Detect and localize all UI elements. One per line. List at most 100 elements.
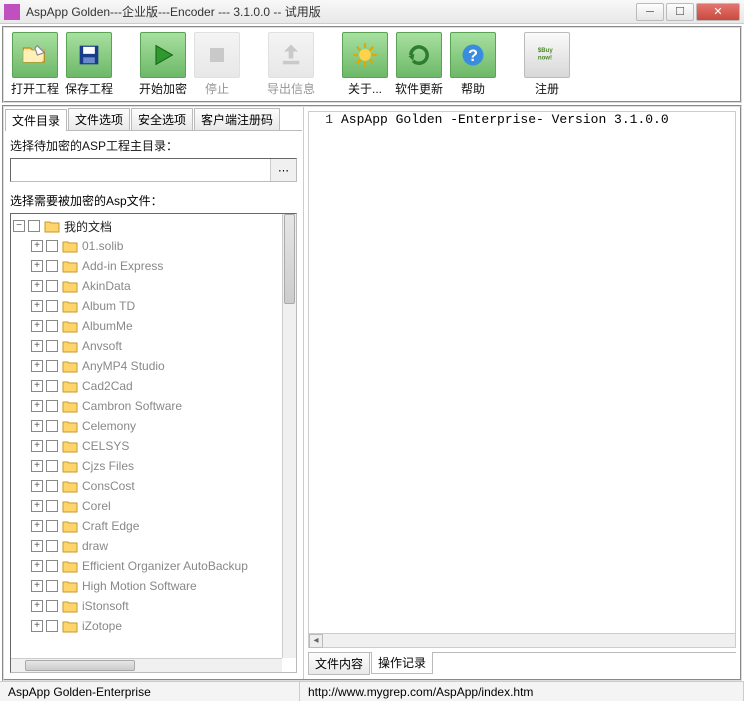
- expand-icon[interactable]: +: [31, 300, 43, 312]
- status-url: http://www.mygrep.com/AspApp/index.htm: [300, 682, 744, 701]
- vertical-scrollbar[interactable]: [282, 214, 296, 658]
- tree-item[interactable]: +Craft Edge: [13, 516, 280, 536]
- tab-operation-log[interactable]: 操作记录: [371, 652, 433, 674]
- folder-icon: [62, 419, 78, 433]
- file-tree[interactable]: −我的文档+01.solib+Add-in Express+AkinData+A…: [11, 214, 282, 658]
- expand-icon[interactable]: +: [31, 580, 43, 592]
- expand-icon[interactable]: +: [31, 620, 43, 632]
- checkbox[interactable]: [46, 240, 58, 252]
- tree-item[interactable]: +iStonsoft: [13, 596, 280, 616]
- tab-client-regcode[interactable]: 客户端注册码: [194, 108, 280, 130]
- tree-item-label: Celemony: [82, 419, 136, 433]
- checkbox[interactable]: [46, 420, 58, 432]
- tree-item[interactable]: + Cjzs Files: [13, 456, 280, 476]
- tree-item[interactable]: +AlbumMe: [13, 316, 280, 336]
- checkbox[interactable]: [46, 300, 58, 312]
- tree-item[interactable]: +draw: [13, 536, 280, 556]
- checkbox[interactable]: [46, 320, 58, 332]
- expand-icon[interactable]: +: [31, 320, 43, 332]
- tab-security-options[interactable]: 安全选项: [131, 108, 193, 130]
- tree-item[interactable]: +iZotope: [13, 616, 280, 636]
- checkbox[interactable]: [46, 340, 58, 352]
- horizontal-scrollbar[interactable]: [11, 658, 282, 672]
- export-button: 导出信息: [264, 30, 318, 99]
- tab-file-options[interactable]: 文件选项: [68, 108, 130, 130]
- sun-icon: [342, 32, 388, 78]
- expand-icon[interactable]: +: [31, 260, 43, 272]
- tree-item[interactable]: +Efficient Organizer AutoBackup: [13, 556, 280, 576]
- tree-item-label: Album TD: [82, 299, 135, 313]
- checkbox[interactable]: [46, 400, 58, 412]
- checkbox[interactable]: [46, 260, 58, 272]
- checkbox[interactable]: [46, 500, 58, 512]
- tree-item[interactable]: + High Motion Software: [13, 576, 280, 596]
- expand-icon[interactable]: +: [31, 240, 43, 252]
- expand-icon[interactable]: +: [31, 400, 43, 412]
- expand-icon[interactable]: +: [31, 380, 43, 392]
- expand-icon[interactable]: +: [31, 480, 43, 492]
- register-button[interactable]: $Buynow! 注册: [520, 30, 574, 99]
- expand-icon[interactable]: +: [31, 420, 43, 432]
- checkbox[interactable]: [46, 380, 58, 392]
- minimize-button[interactable]: ─: [636, 3, 664, 21]
- close-button[interactable]: ✕: [696, 3, 740, 21]
- tree-item[interactable]: +ConsCost: [13, 476, 280, 496]
- open-project-label: 打开工程: [9, 80, 61, 97]
- stop-button: 停止: [190, 30, 244, 99]
- editor-horizontal-scrollbar[interactable]: ◂: [309, 633, 735, 647]
- help-button[interactable]: ? 帮助: [446, 30, 500, 99]
- tree-item[interactable]: +Anvsoft: [13, 336, 280, 356]
- checkbox[interactable]: [46, 360, 58, 372]
- tree-item-label: Cjzs Files: [82, 459, 134, 473]
- tab-file-directory[interactable]: 文件目录: [5, 109, 67, 131]
- code-editor[interactable]: 1 AspApp Golden -Enterprise- Version 3.1…: [308, 111, 736, 648]
- checkbox[interactable]: [46, 280, 58, 292]
- checkbox[interactable]: [46, 520, 58, 532]
- checkbox[interactable]: [46, 560, 58, 572]
- expand-icon[interactable]: +: [31, 360, 43, 372]
- folder-icon: [44, 219, 60, 233]
- tree-item[interactable]: +CELSYS: [13, 436, 280, 456]
- tree-item[interactable]: +01.solib: [13, 236, 280, 256]
- expand-icon[interactable]: +: [31, 440, 43, 452]
- main-area: 文件目录 文件选项 安全选项 客户端注册码 选择待加密的ASP工程主目录： ⋯ …: [2, 105, 742, 681]
- expand-icon[interactable]: +: [31, 500, 43, 512]
- expand-icon[interactable]: +: [31, 560, 43, 572]
- about-button[interactable]: 关于...: [338, 30, 392, 99]
- folder-icon: [62, 319, 78, 333]
- maximize-button[interactable]: ☐: [666, 3, 694, 21]
- directory-input[interactable]: [11, 159, 270, 181]
- tab-file-content[interactable]: 文件内容: [308, 653, 370, 675]
- start-encrypt-button[interactable]: 开始加密: [136, 30, 190, 99]
- expand-icon[interactable]: +: [31, 460, 43, 472]
- checkbox[interactable]: [46, 620, 58, 632]
- tree-item[interactable]: +Cad2Cad: [13, 376, 280, 396]
- expand-icon[interactable]: −: [13, 220, 25, 232]
- tree-item[interactable]: +Add-in Express: [13, 256, 280, 276]
- tree-item[interactable]: +Corel: [13, 496, 280, 516]
- expand-icon[interactable]: +: [31, 280, 43, 292]
- expand-icon[interactable]: +: [31, 600, 43, 612]
- tree-root[interactable]: −我的文档: [13, 216, 280, 236]
- checkbox[interactable]: [46, 480, 58, 492]
- checkbox[interactable]: [46, 460, 58, 472]
- save-project-button[interactable]: 保存工程: [62, 30, 116, 99]
- tree-item[interactable]: +AnyMP4 Studio: [13, 356, 280, 376]
- tree-item[interactable]: + Album TD: [13, 296, 280, 316]
- open-project-button[interactable]: 打开工程: [8, 30, 62, 99]
- checkbox[interactable]: [28, 220, 40, 232]
- expand-icon[interactable]: +: [31, 340, 43, 352]
- checkbox[interactable]: [46, 600, 58, 612]
- tree-item[interactable]: +AkinData: [13, 276, 280, 296]
- expand-icon[interactable]: +: [31, 540, 43, 552]
- browse-button[interactable]: ⋯: [270, 159, 296, 181]
- checkbox[interactable]: [46, 580, 58, 592]
- folder-icon: [62, 279, 78, 293]
- tree-item[interactable]: + Celemony: [13, 416, 280, 436]
- expand-icon[interactable]: +: [31, 520, 43, 532]
- checkbox[interactable]: [46, 540, 58, 552]
- tree-item-label: High Motion Software: [82, 579, 197, 593]
- update-button[interactable]: 软件更新: [392, 30, 446, 99]
- checkbox[interactable]: [46, 440, 58, 452]
- tree-item[interactable]: +Cambron Software: [13, 396, 280, 416]
